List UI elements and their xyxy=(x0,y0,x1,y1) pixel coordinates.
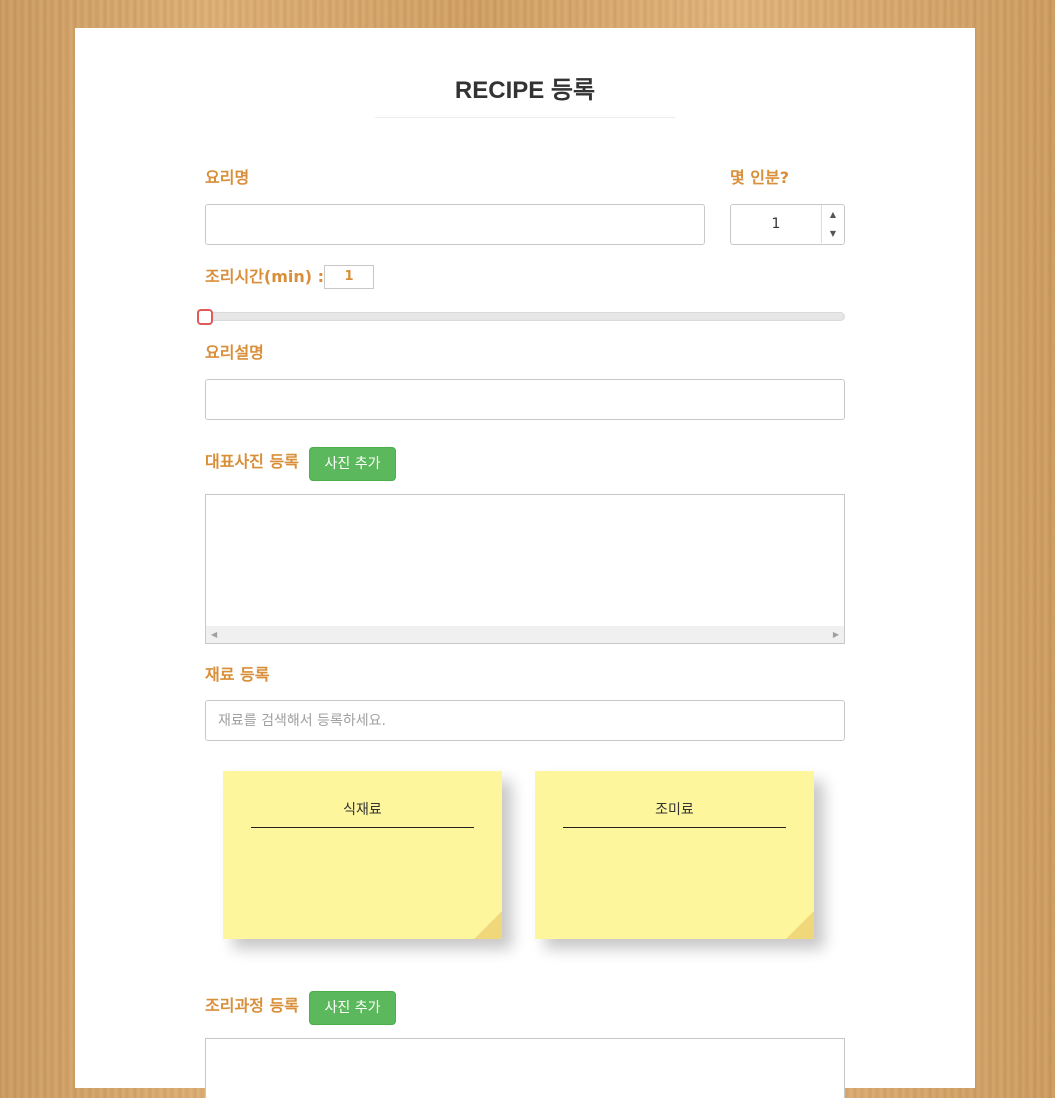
note-divider xyxy=(251,827,474,828)
add-main-photo-button[interactable]: 사진 추가 xyxy=(309,447,396,481)
note-title: 조미료 xyxy=(655,802,694,818)
ingredients-label: 재료 등록 xyxy=(205,665,270,684)
seasonings-note: 조미료 xyxy=(535,771,814,939)
decrement-arrow-icon[interactable]: ▼ xyxy=(822,224,844,243)
cook-time-slider-handle[interactable] xyxy=(197,309,213,325)
dish-name-label: 요리명 xyxy=(205,168,250,187)
main-photo-area: ◀ ▶ xyxy=(205,494,845,644)
page-title: RECIPE 등록 xyxy=(454,77,596,104)
servings-label: 몇 인분? xyxy=(730,168,790,187)
scroll-right-icon[interactable]: ▶ xyxy=(833,626,839,643)
recipe-form-panel: RECIPE 등록 요리명 몇 인분? 1 ▲ ▼ 조리시간(min) : 1 … xyxy=(75,28,975,1098)
cook-time-value-box[interactable]: 1 xyxy=(324,265,374,289)
cook-time-label: 조리시간(min) : xyxy=(205,267,325,286)
scroll-left-icon[interactable]: ◀ xyxy=(211,626,217,643)
note-page-curl xyxy=(474,911,502,939)
cook-time-slider-track[interactable] xyxy=(205,312,845,321)
description-input[interactable] xyxy=(205,379,845,420)
increment-arrow-icon[interactable]: ▲ xyxy=(822,205,844,224)
title-divider xyxy=(375,117,675,118)
main-photo-label: 대표사진 등록 xyxy=(205,452,299,471)
stepper-buttons: ▲ ▼ xyxy=(821,205,844,243)
description-label: 요리설명 xyxy=(205,343,264,362)
note-title: 식재료 xyxy=(343,802,382,818)
servings-stepper[interactable]: 1 ▲ ▼ xyxy=(730,204,845,245)
steps-label: 조리과정 등록 xyxy=(205,996,299,1015)
servings-value: 1 xyxy=(771,216,781,232)
ingredient-search-input[interactable] xyxy=(205,700,845,741)
horizontal-scrollbar[interactable]: ◀ ▶ xyxy=(206,626,844,643)
note-divider xyxy=(563,827,786,828)
steps-photo-area xyxy=(205,1038,845,1098)
dish-name-input[interactable] xyxy=(205,204,705,245)
note-page-curl xyxy=(786,911,814,939)
ingredients-note: 식재료 xyxy=(223,771,502,939)
add-step-photo-button[interactable]: 사진 추가 xyxy=(309,991,396,1025)
